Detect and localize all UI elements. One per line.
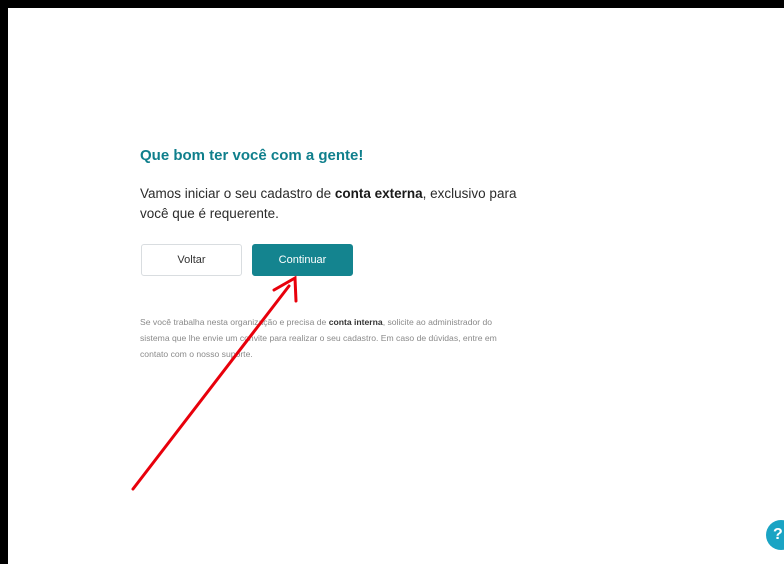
help-icon: ? — [773, 526, 783, 543]
intro-text-highlight: conta externa — [334, 186, 423, 201]
page-title: Que bom ter você com a gente! — [140, 147, 364, 164]
back-button[interactable]: Voltar — [141, 244, 242, 276]
page-frame: Que bom ter você com a gente! Vamos inic… — [0, 0, 784, 564]
internal-account-note: Se você trabalha nesta organização e pre… — [140, 314, 520, 362]
note-highlight: conta interna — [328, 317, 383, 327]
continue-button[interactable]: Continuar — [252, 244, 353, 276]
intro-text: Vamos iniciar o seu cadastro de conta ex… — [140, 184, 540, 224]
intro-text-part1: Vamos iniciar o seu cadastro de — [140, 186, 335, 201]
note-part1: Se você trabalha nesta organização e pre… — [140, 317, 329, 327]
